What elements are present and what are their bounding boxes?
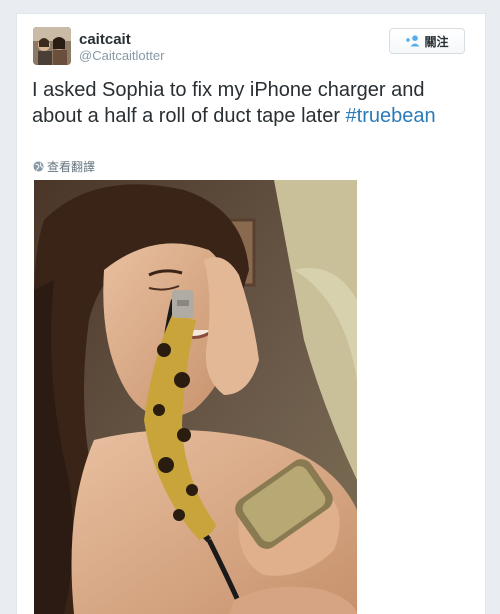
globe-icon: [33, 161, 44, 172]
hashtag-link[interactable]: #truebean: [346, 105, 436, 127]
avatar-photo: [33, 27, 71, 65]
tweet-text: I asked Sophia to fix my iPhone charger …: [32, 77, 472, 129]
follow-label: 關注: [424, 34, 449, 49]
translate-link[interactable]: 查看翻譯: [33, 158, 95, 175]
tweet-photo[interactable]: [34, 180, 357, 614]
translate-label: 查看翻譯: [47, 160, 96, 174]
avatar[interactable]: [33, 27, 71, 65]
photo-content: [34, 180, 357, 614]
display-name[interactable]: caitcait: [79, 31, 131, 48]
add-user-icon: [406, 35, 420, 47]
tweet-card: caitcait @Caitcaitlotter 關注 I asked Soph…: [16, 13, 486, 614]
follow-button[interactable]: 關注: [389, 28, 465, 54]
screen-name[interactable]: @Caitcaitlotter: [79, 48, 164, 63]
